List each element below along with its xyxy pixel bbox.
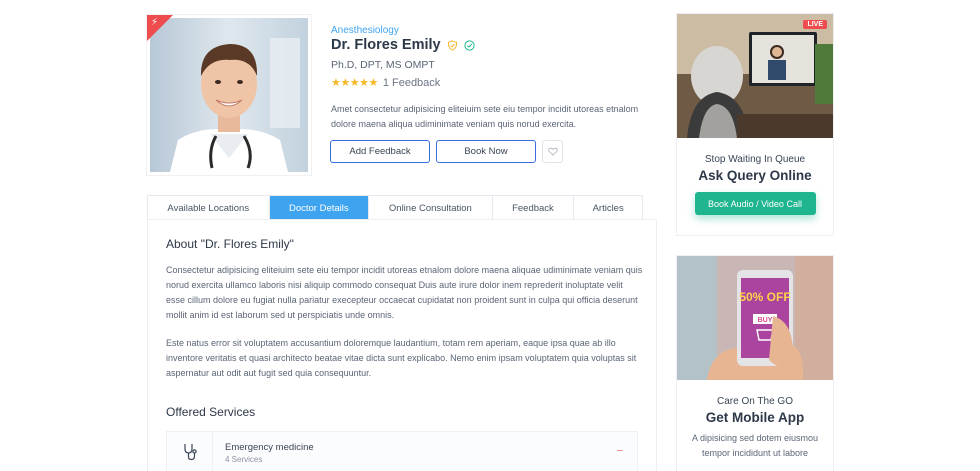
app-subtitle: Care On The GO bbox=[717, 396, 793, 407]
heart-icon bbox=[547, 147, 558, 156]
book-call-button[interactable]: Book Audio / Video Call bbox=[694, 192, 816, 215]
rating-row: ★★★★★ 1 Feedback bbox=[331, 76, 440, 90]
mobile-app-image: 50% OFF BUY bbox=[677, 256, 833, 380]
star-rating: ★★★★★ bbox=[331, 77, 378, 89]
query-heading: Ask Query Online bbox=[698, 168, 812, 183]
check-circle-icon bbox=[464, 39, 475, 51]
services-title: Offered Services bbox=[166, 405, 256, 419]
promo-buy-text: BUY bbox=[758, 317, 773, 324]
app-heading: Get Mobile App bbox=[705, 410, 805, 425]
consultation-image bbox=[677, 14, 833, 138]
book-now-button[interactable]: Book Now bbox=[436, 140, 536, 163]
tab-available-locations[interactable]: Available Locations bbox=[148, 196, 270, 220]
service-count: 4 Services bbox=[225, 455, 263, 464]
favorite-button[interactable] bbox=[542, 140, 563, 163]
live-badge: LIVE bbox=[803, 20, 827, 29]
about-title: About "Dr. Flores Emily" bbox=[166, 237, 294, 251]
doctor-photo-frame: ⚡ bbox=[146, 14, 312, 176]
doctor-name[interactable]: Dr. Flores Emily bbox=[331, 37, 441, 53]
service-icon-box bbox=[167, 432, 213, 471]
doctor-description: Amet consectetur adipisicing eliteiuim s… bbox=[331, 104, 639, 129]
stethoscope-icon bbox=[183, 444, 197, 461]
tab-articles[interactable]: Articles bbox=[574, 196, 642, 220]
shield-check-icon bbox=[447, 39, 457, 51]
query-subtitle: Stop Waiting In Queue bbox=[704, 154, 806, 165]
collapse-toggle[interactable]: − bbox=[617, 445, 623, 457]
service-item[interactable]: Emergency medicine 4 Services − bbox=[166, 431, 638, 471]
promo-text: 50% OFF bbox=[739, 290, 790, 304]
about-paragraph: Este natus error sit voluptatem accusant… bbox=[166, 338, 637, 378]
service-name: Emergency medicine bbox=[225, 442, 314, 453]
feedback-count[interactable]: 1 Feedback bbox=[383, 77, 440, 89]
add-feedback-button[interactable]: Add Feedback bbox=[330, 140, 430, 163]
tab-feedback[interactable]: Feedback bbox=[493, 196, 575, 220]
bolt-icon: ⚡ bbox=[151, 17, 159, 28]
doctor-photo bbox=[150, 18, 308, 172]
doctor-name-row: Dr. Flores Emily bbox=[331, 37, 475, 53]
detail-tabs: Available Locations Doctor Details Onlin… bbox=[147, 195, 643, 220]
tab-doctor-details[interactable]: Doctor Details bbox=[269, 196, 370, 220]
about-paragraph: Consectetur adipisicing eliteiuim sete e… bbox=[166, 265, 643, 320]
tab-online-consultation[interactable]: Online Consultation bbox=[369, 196, 493, 220]
app-description: A dipisicing sed dotem eiusmou tempor in… bbox=[691, 433, 819, 458]
ask-query-card: LIVE Stop Waiting In Queue Ask Query Onl… bbox=[676, 13, 834, 236]
doctor-speciality[interactable]: Anesthesiology bbox=[331, 25, 399, 36]
doctor-degree: Ph.D, DPT, MS OMPT bbox=[331, 59, 435, 71]
mobile-app-card: 50% OFF BUY Care On The GO Get Mobile Ap… bbox=[676, 255, 834, 471]
